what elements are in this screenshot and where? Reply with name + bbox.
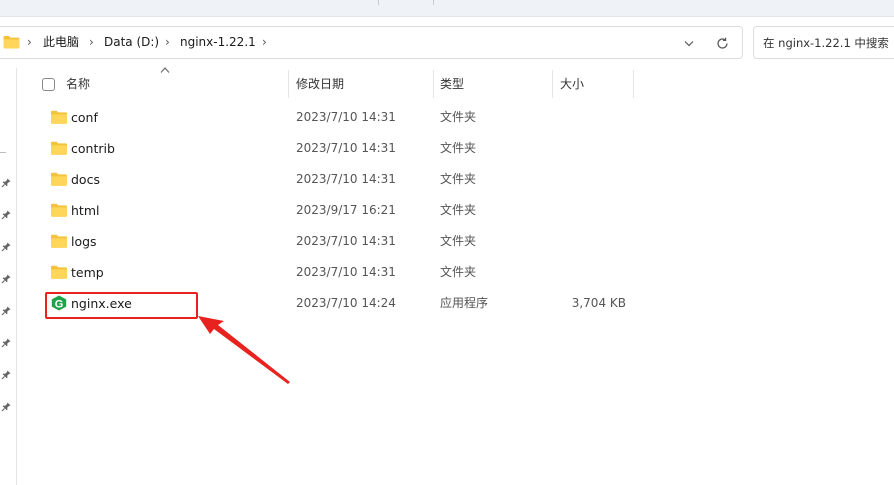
address-history-button[interactable] bbox=[677, 31, 701, 55]
file-modified-date: 2023/7/10 14:31 bbox=[296, 172, 396, 186]
search-box[interactable] bbox=[753, 26, 894, 59]
file-name[interactable]: contrib bbox=[71, 133, 115, 164]
folder-icon bbox=[3, 35, 20, 49]
file-row[interactable]: logs 2023/7/10 14:31 文件夹 bbox=[40, 226, 635, 257]
navigation-pane bbox=[0, 68, 17, 485]
file-modified-date: 2023/7/10 14:24 bbox=[296, 296, 396, 310]
column-divider[interactable] bbox=[288, 70, 289, 98]
pin-icon[interactable] bbox=[1, 240, 13, 252]
annotation-highlight-box bbox=[45, 292, 198, 319]
folder-icon bbox=[50, 140, 68, 156]
file-type: 文件夹 bbox=[440, 141, 477, 155]
file-name[interactable]: html bbox=[71, 195, 99, 226]
column-header-name-label: 名称 bbox=[66, 77, 91, 91]
file-type: 文件夹 bbox=[440, 234, 477, 248]
command-bar bbox=[0, 0, 894, 17]
pin-icon[interactable] bbox=[1, 208, 13, 220]
file-modified-date: 2023/7/10 14:31 bbox=[296, 110, 396, 124]
pin-icon[interactable] bbox=[1, 176, 13, 188]
file-modified-date: 2023/7/10 14:31 bbox=[296, 234, 396, 248]
file-size: 3,704 KB bbox=[571, 296, 626, 310]
chevron-down-icon bbox=[684, 40, 694, 46]
file-size bbox=[566, 226, 626, 257]
file-modified-date: 2023/9/17 16:21 bbox=[296, 203, 396, 217]
address-bar[interactable]: › 此电脑 › Data (D:) › nginx-1.22.1 › bbox=[0, 26, 743, 59]
folder-icon bbox=[50, 202, 68, 218]
column-header-date-label: 修改日期 bbox=[296, 77, 345, 91]
column-header-size-label: 大小 bbox=[560, 77, 585, 91]
column-divider[interactable] bbox=[633, 70, 634, 98]
pin-icon[interactable] bbox=[1, 368, 13, 380]
breadcrumb-item-folder[interactable]: nginx-1.22.1 bbox=[180, 27, 256, 58]
command-bar-divider bbox=[378, 0, 379, 5]
file-name[interactable]: temp bbox=[71, 257, 104, 288]
file-size bbox=[566, 257, 626, 288]
file-modified-date: 2023/7/10 14:31 bbox=[296, 141, 396, 155]
pin-icon[interactable] bbox=[1, 304, 13, 316]
pin-icon[interactable] bbox=[1, 400, 13, 412]
file-type: 文件夹 bbox=[440, 172, 477, 186]
file-type: 文件夹 bbox=[440, 110, 477, 124]
chevron-right-icon[interactable]: › bbox=[262, 27, 267, 58]
file-type: 应用程序 bbox=[440, 296, 489, 310]
folder-icon bbox=[50, 264, 68, 280]
command-bar-divider bbox=[433, 0, 434, 5]
column-header-type[interactable]: 类型 bbox=[440, 68, 552, 100]
file-type: 文件夹 bbox=[440, 203, 477, 217]
file-size bbox=[566, 102, 626, 133]
column-header-date[interactable]: 修改日期 bbox=[296, 68, 433, 100]
refresh-icon bbox=[716, 37, 728, 49]
folder-icon bbox=[50, 171, 68, 187]
chevron-right-icon[interactable]: › bbox=[165, 27, 170, 58]
chevron-right-icon[interactable]: › bbox=[89, 27, 94, 58]
breadcrumb-item-this-pc[interactable]: 此电脑 bbox=[43, 27, 79, 58]
breadcrumb-item-drive[interactable]: Data (D:) bbox=[104, 27, 159, 58]
file-modified-date: 2023/7/10 14:31 bbox=[296, 265, 396, 279]
file-type: 文件夹 bbox=[440, 265, 477, 279]
file-name[interactable]: conf bbox=[71, 102, 98, 133]
file-name[interactable]: docs bbox=[71, 164, 100, 195]
file-size bbox=[566, 195, 626, 226]
column-divider[interactable] bbox=[433, 70, 434, 98]
column-header-size[interactable]: 大小 bbox=[560, 68, 633, 100]
pin-icon[interactable] bbox=[1, 336, 13, 348]
chevron-right-icon[interactable]: › bbox=[27, 27, 32, 58]
nav-divider bbox=[0, 152, 6, 153]
column-header-name[interactable]: 名称 bbox=[66, 68, 288, 100]
refresh-button[interactable] bbox=[710, 31, 734, 55]
annotation-arrow bbox=[198, 316, 290, 384]
search-input[interactable] bbox=[754, 27, 894, 58]
file-row[interactable]: temp 2023/7/10 14:31 文件夹 bbox=[40, 257, 635, 288]
file-size bbox=[566, 133, 626, 164]
folder-icon bbox=[50, 109, 68, 125]
file-row[interactable]: html 2023/9/17 16:21 文件夹 bbox=[40, 195, 635, 226]
file-row[interactable]: conf 2023/7/10 14:31 文件夹 bbox=[40, 102, 635, 133]
file-name[interactable]: logs bbox=[71, 226, 97, 257]
pin-icon[interactable] bbox=[1, 272, 13, 284]
folder-icon bbox=[50, 233, 68, 249]
file-size bbox=[566, 164, 626, 195]
file-row[interactable]: contrib 2023/7/10 14:31 文件夹 bbox=[40, 133, 635, 164]
file-row[interactable]: docs 2023/7/10 14:31 文件夹 bbox=[40, 164, 635, 195]
select-all-checkbox[interactable] bbox=[42, 78, 55, 91]
column-divider[interactable] bbox=[552, 70, 553, 98]
column-header-type-label: 类型 bbox=[440, 77, 465, 91]
